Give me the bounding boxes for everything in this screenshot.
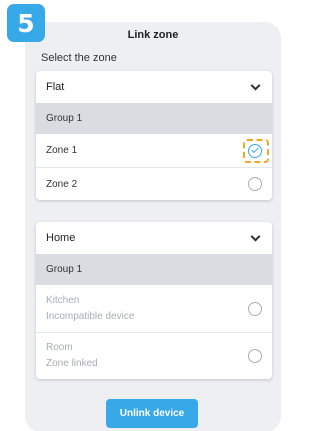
zone-name: Kitchen — [46, 294, 80, 306]
zone-name: Room — [46, 342, 73, 353]
radio-unchecked-icon[interactable] — [248, 177, 262, 191]
zone-card-home: Home Group 1 Kitchen Incompatible device… — [36, 222, 272, 379]
installation-dropdown-flat[interactable]: Flat — [36, 71, 272, 103]
zone-option-zone-2[interactable]: Zone 2 — [36, 167, 272, 200]
group-header: Group 1 — [36, 254, 272, 285]
radio-unchecked-icon — [248, 301, 262, 316]
group-name: Group 1 — [46, 113, 83, 124]
installation-name: Home — [46, 232, 76, 244]
zone-status: Incompatible device — [46, 310, 135, 322]
step-number-badge: 5 — [7, 4, 45, 42]
panel-title: Link zone — [127, 29, 179, 41]
installation-name: Flat — [46, 81, 65, 93]
zone-status: Zone linked — [46, 358, 98, 369]
installation-dropdown-home[interactable]: Home — [36, 222, 272, 254]
group-header: Group 1 — [36, 103, 272, 134]
zone-card-flat: Flat Group 1 Zone 1 Zone 2 — [36, 71, 272, 200]
zone-option-zone-1[interactable]: Zone 1 — [36, 134, 272, 167]
select-zone-label: Select the zone — [41, 52, 117, 64]
radio-checked-icon[interactable] — [248, 143, 262, 158]
zone-name: Zone 1 — [46, 145, 78, 156]
link-zone-panel: Link zone Select the zone Flat Group 1 Z… — [25, 22, 281, 431]
group-name: Group 1 — [46, 264, 83, 275]
zone-name: Zone 2 — [46, 178, 78, 190]
zone-option-kitchen: Kitchen Incompatible device — [36, 285, 272, 332]
unlink-device-button[interactable]: Unlink device — [106, 399, 198, 428]
zone-option-room: Room Zone linked — [36, 332, 272, 379]
radio-unchecked-icon — [248, 349, 262, 363]
